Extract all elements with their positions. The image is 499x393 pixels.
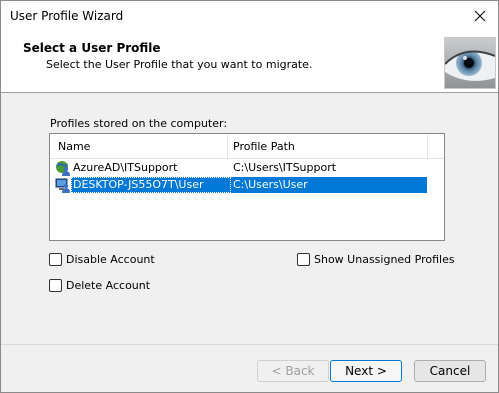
checkbox-box[interactable] — [49, 279, 62, 292]
window-title: User Profile Wizard — [10, 9, 124, 23]
profile-name: DESKTOP-JS55O7T\User — [73, 178, 204, 191]
delete-account-label: Delete Account — [66, 279, 151, 292]
page-title: Select a User Profile — [23, 41, 161, 55]
column-header-name[interactable]: Name — [58, 140, 90, 153]
wizard-header: Select a User Profile Select the User Pr… — [1, 31, 498, 93]
column-divider[interactable] — [227, 134, 228, 158]
profile-name: AzureAD\ITSupport — [73, 161, 178, 174]
show-unassigned-label: Show Unassigned Profiles — [314, 253, 455, 266]
list-item[interactable]: AzureAD\ITSupport C:\Users\ITSupport — [50, 160, 444, 176]
cancel-button[interactable]: Cancel — [414, 360, 486, 382]
page-subtitle: Select the User Profile that you want to… — [46, 58, 313, 71]
user-computer-icon — [55, 178, 70, 193]
close-icon — [474, 10, 486, 22]
footer-divider — [1, 344, 498, 345]
column-header-path[interactable]: Profile Path — [233, 140, 295, 153]
profile-path: C:\Users\User — [233, 178, 308, 191]
profiles-list[interactable]: Name Profile Path AzureAD\ITSupport C:\U… — [49, 133, 445, 241]
disable-account-label: Disable Account — [66, 253, 155, 266]
checkbox-box[interactable] — [49, 253, 62, 266]
delete-account-checkbox[interactable]: Delete Account — [49, 279, 150, 292]
eye-logo-icon — [444, 37, 496, 89]
user-globe-icon — [56, 161, 70, 176]
next-button[interactable]: Next > — [330, 360, 402, 382]
wizard-window: User Profile Wizard Select a User Profil… — [0, 0, 499, 393]
list-item-selected[interactable]: DESKTOP-JS55O7T\User C:\Users\User — [50, 177, 444, 193]
title-bar: User Profile Wizard — [1, 1, 498, 31]
close-button[interactable] — [462, 1, 498, 31]
column-divider[interactable] — [427, 134, 428, 158]
show-unassigned-checkbox[interactable]: Show Unassigned Profiles — [297, 253, 455, 266]
profiles-label: Profiles stored on the computer: — [50, 117, 228, 130]
profile-path: C:\Users\ITSupport — [233, 161, 337, 174]
back-button[interactable]: < Back — [257, 360, 329, 382]
list-header: Name Profile Path — [50, 134, 444, 159]
checkbox-box[interactable] — [297, 253, 310, 266]
disable-account-checkbox[interactable]: Disable Account — [49, 253, 155, 266]
